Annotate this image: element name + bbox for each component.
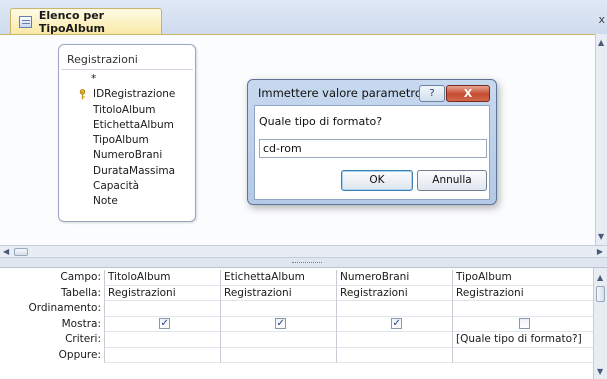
row-label-oppure: Oppure: [0,347,104,363]
cell-oppure-4[interactable] [452,347,593,363]
row-label-tabella: Tabella: [0,285,104,301]
field-list[interactable]: * IDRegistrazione TitoloAlbum EtichettaA… [71,72,191,217]
cell-criteri-3[interactable] [336,332,452,348]
cell-ordinamento-2[interactable] [220,301,336,317]
grid-row-campo: Campo: TitoloAlbum EtichettaAlbum Numero… [0,270,593,286]
cell-mostra-3 [336,316,452,332]
cell-criteri-2[interactable] [220,332,336,348]
cell-campo-2[interactable]: EtichettaAlbum [220,270,336,286]
tab-label: Elenco per TipoAlbum [38,8,105,35]
scroll-up-icon[interactable]: ▲ [598,38,604,47]
cell-ordinamento-4[interactable] [452,301,593,317]
cell-campo-4[interactable]: TipoAlbum [452,270,593,286]
close-tab-icon[interactable]: x [598,13,605,26]
field-all[interactable]: * [71,72,191,87]
field-titoloalbum[interactable]: TitoloAlbum [71,103,191,118]
grid-vertical-scrollbar[interactable]: ▲ ▼ [593,268,607,379]
row-label-ordinamento: Ordinamento: [0,301,104,317]
scroll-down-icon[interactable]: ▼ [598,232,604,241]
show-checkbox-4[interactable] [519,318,530,330]
grid-row-ordinamento: Ordinamento: [0,301,593,317]
table-title[interactable]: Registrazioni [67,53,138,66]
cell-tabella-1[interactable]: Registrazioni [104,285,220,301]
cell-campo-3[interactable]: NumeroBrani [336,270,452,286]
cell-mostra-1 [104,316,220,332]
cancel-button[interactable]: Annulla [417,170,487,191]
document-tab-bar: Elenco per TipoAlbum x [0,0,607,35]
row-label-mostra: Mostra: [0,316,104,332]
close-icon[interactable]: X [446,85,490,102]
cell-mostra-2 [220,316,336,332]
table-title-divider [61,69,193,70]
grid-row-mostra: Mostra: [0,316,593,332]
upper-vertical-scrollbar[interactable]: ▲ ▼ [595,34,607,245]
cell-campo-1[interactable]: TitoloAlbum [104,270,220,286]
upper-horizontal-scrollbar[interactable]: ◀ ▶ [0,245,607,258]
cell-ordinamento-3[interactable] [336,301,452,317]
grid-row-oppure: Oppure: [0,347,593,363]
scroll-thumb[interactable] [596,286,605,302]
ok-button[interactable]: OK [341,170,413,191]
field-note[interactable]: Note [71,194,191,209]
field-tipoalbum[interactable]: TipoAlbum [71,133,191,148]
field-etichettaalbum[interactable]: EtichettaAlbum [71,118,191,133]
query-grid: Campo: TitoloAlbum EtichettaAlbum Numero… [0,268,593,379]
cell-mostra-4 [452,316,593,332]
dialog-body: Quale tipo di formato? OK Annulla [254,105,490,200]
grid-row-criteri: Criteri: [Quale tipo di formato?] [0,332,593,348]
help-icon[interactable]: ? [419,85,445,102]
table-registrazioni[interactable]: Registrazioni * IDRegistrazione TitoloAl… [58,44,196,222]
field-label: IDRegistrazione [93,88,176,101]
field-numerobrani[interactable]: NumeroBrani [71,148,191,163]
scroll-right-icon[interactable]: ▶ [597,247,603,256]
row-label-campo: Campo: [0,270,104,286]
field-duratamassima[interactable]: DurataMassima [71,164,191,179]
field-idregistrazione[interactable]: IDRegistrazione [71,87,191,102]
scroll-down-icon[interactable]: ▼ [597,367,603,376]
cell-oppure-2[interactable] [220,347,336,363]
cell-tabella-2[interactable]: Registrazioni [220,285,336,301]
cell-tabella-3[interactable]: Registrazioni [336,285,452,301]
dialog-title: Immettere valore parametro [258,86,422,100]
row-label-criteri: Criteri: [0,332,104,348]
cell-oppure-1[interactable] [104,347,220,363]
cell-ordinamento-1[interactable] [104,301,220,317]
cell-criteri-1[interactable] [104,332,220,348]
scroll-left-icon[interactable]: ◀ [3,247,9,256]
show-checkbox-1[interactable] [158,317,170,331]
key-icon [79,89,86,100]
cell-criteri-4[interactable]: [Quale tipo di formato?] [452,332,593,348]
grid-row-tabella: Tabella: Registrazioni Registrazioni Reg… [0,285,593,301]
parameter-prompt: Quale tipo di formato? [259,115,383,128]
tab-elenco-per-tipoalbum[interactable]: Elenco per TipoAlbum [10,8,162,35]
scroll-thumb[interactable] [14,248,28,256]
cell-oppure-3[interactable] [336,347,452,363]
parameter-dialog: Immettere valore parametro ? X Quale tip… [247,79,497,205]
scroll-up-icon[interactable]: ▲ [597,273,603,282]
show-checkbox-2[interactable] [274,317,286,331]
parameter-input[interactable] [259,139,487,158]
query-icon [19,15,32,28]
field-capacita[interactable]: Capacità [71,179,191,194]
splitter-grip[interactable] [292,262,322,264]
show-checkbox-3[interactable] [390,317,402,331]
pane-splitter[interactable] [0,258,607,268]
cell-tabella-4[interactable]: Registrazioni [452,285,593,301]
